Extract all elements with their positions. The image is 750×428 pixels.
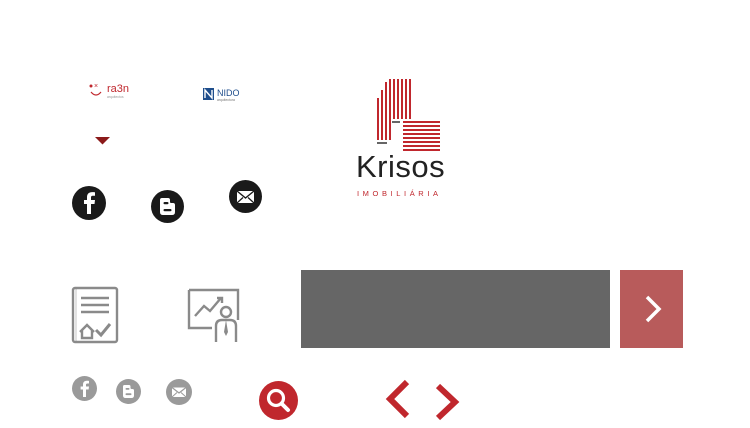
brand-name: Krisos	[356, 149, 446, 184]
email-icon[interactable]	[166, 379, 192, 405]
blogger-icon[interactable]	[151, 190, 184, 223]
partner-logo-ra3n[interactable]: × ra3n arquitectos	[88, 80, 138, 100]
partner-subtitle: arquitectos	[107, 95, 124, 99]
content-panel	[301, 270, 610, 348]
email-icon[interactable]	[229, 180, 262, 213]
brand-tagline: IMOBILIÁRIA	[357, 189, 442, 198]
partner-subtitle: arquitectura	[217, 98, 235, 102]
property-document-icon[interactable]	[70, 286, 120, 346]
next-slide-button[interactable]	[620, 270, 683, 348]
facebook-icon[interactable]	[72, 186, 106, 220]
svg-text:×: ×	[94, 83, 98, 90]
business-chart-presenter-icon[interactable]	[186, 286, 244, 346]
next-arrow-button[interactable]	[432, 382, 462, 426]
dropdown-caret-icon[interactable]	[95, 137, 110, 145]
chevron-right-icon	[645, 295, 662, 323]
chevron-left-icon	[385, 379, 410, 419]
brand-logo[interactable]: Krisos IMOBILIÁRIA	[352, 76, 457, 202]
search-button[interactable]	[259, 381, 298, 420]
partner-name: ra3n	[107, 83, 129, 95]
chevron-right-icon	[435, 383, 460, 421]
blogger-icon[interactable]	[116, 379, 141, 404]
search-icon	[266, 388, 290, 412]
partner-logo-nido[interactable]: NIDO arquitectura	[202, 86, 254, 102]
partner-name: NIDO	[217, 88, 240, 98]
prev-arrow-button[interactable]	[383, 378, 413, 422]
facebook-icon[interactable]	[72, 376, 97, 401]
